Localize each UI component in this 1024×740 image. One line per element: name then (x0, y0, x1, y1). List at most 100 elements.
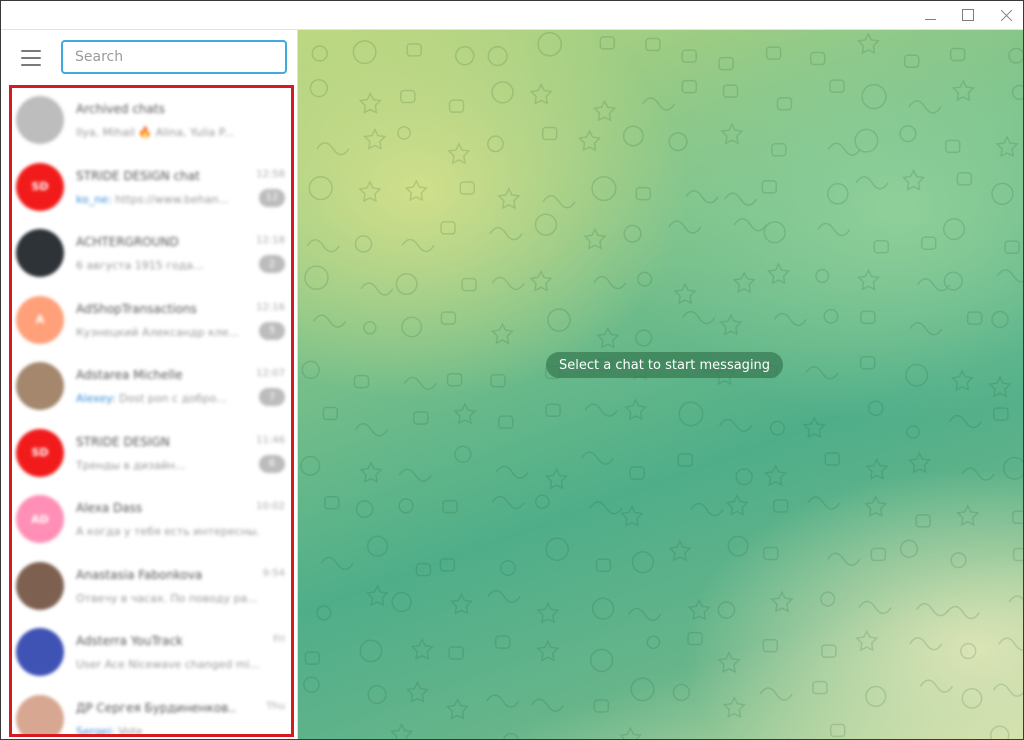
chat-list-item[interactable]: ACHTERGROUND 12:18 6 августа 1915 года...… (12, 221, 291, 288)
doodle-shape (499, 560, 516, 577)
doodle-shape (390, 722, 414, 739)
chat-list-item[interactable]: Adsterra YouTrack Fri User Ace Nicewave c… (12, 620, 291, 687)
chat-name: ДР Сергея Бурдиненков... (76, 700, 236, 715)
doodle-shape (593, 699, 610, 713)
doodle-shape (646, 635, 661, 650)
doodle-shape (536, 601, 560, 624)
doodle-shape (365, 584, 389, 607)
doodle-shape (359, 639, 383, 663)
minimize-button[interactable] (919, 5, 941, 25)
doodle-shape (618, 726, 643, 739)
doodle-shape (363, 321, 377, 335)
doodle-shape (771, 142, 787, 157)
chat-list-item[interactable]: A AdShopTransactions 12:16 Кузнецкий Алекс… (12, 288, 291, 355)
doodle-shape (948, 414, 983, 429)
preview-sender: ko_ne: (76, 192, 112, 206)
search-box[interactable] (61, 40, 287, 74)
doodle-shape (717, 601, 736, 619)
avatar (16, 362, 64, 410)
doodle-shape (763, 546, 779, 561)
doodle-shape (503, 732, 519, 739)
close-icon (1000, 9, 1013, 22)
doodle-shape (719, 313, 743, 336)
maximize-button[interactable] (957, 5, 979, 25)
doodle-shape (960, 642, 977, 660)
doodle-shape (672, 683, 691, 702)
chat-list-item[interactable]: SD STRIDE DESIGN 11:46 Тренды в дизайн... 6 (12, 421, 291, 488)
doodle-pattern (300, 31, 1023, 739)
doodle-shape (306, 239, 340, 253)
close-button[interactable] (995, 5, 1017, 25)
doodle-shape (401, 316, 423, 338)
chat-name: STRIDE DESIGN chat (76, 168, 200, 183)
chat-list-item[interactable]: SD STRIDE DESIGN chat 12:58 ko_ne: https://… (12, 155, 291, 222)
hamburger-menu-icon[interactable] (21, 50, 41, 66)
unread-badge: 2 (259, 255, 285, 273)
chat-preview: Отвечу в часах. По поводу ра... (76, 592, 261, 605)
doodle-shape (541, 126, 558, 141)
doodle-shape (759, 687, 793, 701)
chat-list-item[interactable]: Anastasia Fabonkova 9:54 Отвечу в часах. … (12, 554, 291, 621)
doodle-shape (873, 240, 890, 254)
doodle-shape (762, 638, 779, 653)
doodle-shape (404, 179, 428, 202)
avatar-initials: AD (31, 512, 49, 526)
doodle-shape (946, 605, 980, 620)
avatar-initials (16, 96, 64, 144)
preview-sender: Alexey: (76, 392, 116, 405)
doodle-shape (536, 639, 560, 662)
chat-preview: Sergei: Vote (76, 724, 261, 737)
doodle-shape (949, 47, 966, 62)
doodle-shape (486, 694, 520, 708)
doodle-shape (591, 597, 615, 620)
chat-list-item[interactable]: ДР Сергея Бурдиненков... Thu Sergei: Vote (12, 687, 291, 737)
doodle-shape (593, 99, 617, 122)
doodle-shape (304, 265, 329, 290)
doodle-shape (1008, 595, 1023, 603)
preview-sender: Sergei: (76, 724, 115, 737)
doodle-shape (860, 310, 876, 325)
chat-list-item[interactable]: Archived chats Ilya, Mihail 🔥 Alina, Yul… (12, 88, 291, 155)
doodle-shape (765, 46, 782, 60)
doodle-shape (763, 464, 788, 487)
doodle-shape (827, 552, 861, 567)
doodle-shape (861, 83, 887, 110)
chat-list-item[interactable]: AD Alexa Dass 10:02 А когда у тебя есть ин… (12, 487, 291, 554)
doodle-shape (589, 648, 614, 673)
doodle-shape (491, 495, 525, 510)
doodle-shape (905, 363, 929, 387)
doodle-shape (944, 139, 961, 154)
doodle-shape (915, 514, 931, 528)
doodle-shape (772, 499, 789, 513)
doodle-shape (996, 269, 1023, 283)
chat-name: Archived chats (76, 102, 165, 116)
chat-preview: ko_ne: https://www.behan... (76, 193, 261, 206)
doodle-shape (1011, 84, 1023, 101)
doodle-shape (440, 311, 457, 325)
chat-name: Anastasia Fabonkova (76, 567, 203, 582)
doodle-shape (447, 142, 471, 165)
avatar-initials (16, 362, 64, 410)
doodle-shape (497, 415, 514, 429)
preview-text: Отвечу в часах. По поводу ра... (76, 591, 258, 605)
doodle-shape (812, 680, 828, 695)
doodle-shape (829, 79, 845, 93)
doodle-shape (439, 558, 456, 572)
doodle-shape (445, 697, 470, 720)
doodle-shape (453, 402, 477, 425)
doodle-shape (998, 637, 1023, 651)
doodle-shape (776, 96, 793, 111)
doodle-shape (761, 180, 777, 194)
doodle-shape (495, 465, 529, 479)
chat-time: 11:46 (256, 434, 285, 446)
chat-list-item[interactable]: Adstarea Michelle 12:07 Alexey: Dost pon с… (12, 354, 291, 421)
doodle-shape (358, 180, 382, 203)
doodle-shape (826, 183, 849, 205)
doodle-shape (909, 637, 943, 651)
doodle-shape (673, 282, 697, 305)
avatar: SD (16, 162, 64, 211)
doodle-shape (943, 271, 963, 291)
minimize-icon (924, 18, 936, 20)
search-input[interactable] (63, 42, 285, 72)
doodle-shape (681, 49, 697, 63)
